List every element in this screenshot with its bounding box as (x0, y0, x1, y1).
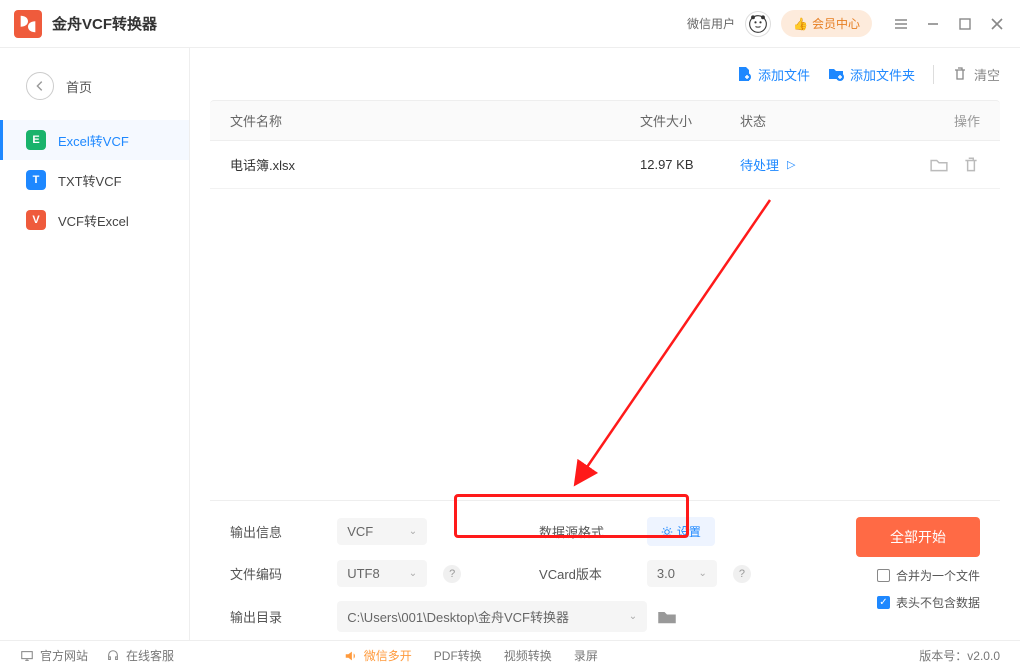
output-format-select[interactable]: VCF⌄ (337, 518, 427, 545)
sidebar-item-vcf-to-excel[interactable]: V VCF转Excel (0, 200, 189, 240)
wechat-link[interactable]: 微信多开 (344, 647, 412, 664)
menu-icon[interactable] (892, 15, 910, 33)
output-dir-label: 输出目录 (230, 607, 300, 626)
chevron-down-icon: ⌄ (699, 568, 707, 579)
chevron-down-icon: ⌄ (409, 568, 417, 579)
avatar[interactable] (745, 11, 771, 37)
open-folder-icon[interactable] (930, 156, 948, 174)
play-icon[interactable]: ▷ (787, 158, 795, 171)
chevron-down-icon: ⌄ (629, 611, 637, 622)
back-icon (26, 72, 54, 100)
user-label: 微信用户 (687, 15, 735, 32)
sidebar-item-label: Excel转VCF (58, 131, 129, 150)
data-source-label: 数据源格式 (539, 522, 609, 541)
col-action: 操作 (900, 111, 980, 130)
clear-button[interactable]: 清空 (933, 65, 1000, 84)
delete-icon[interactable] (962, 156, 980, 174)
merge-checkbox-row[interactable]: 合并为一个文件 (877, 567, 980, 584)
maximize-icon[interactable] (956, 15, 974, 33)
badge-v: V (26, 210, 46, 230)
minimize-icon[interactable] (924, 15, 942, 33)
folder-pick-icon[interactable] (657, 607, 677, 627)
col-status: 状态 (740, 111, 900, 130)
output-dir-field[interactable]: C:\Users\001\Desktop\金舟VCF转换器 ⌄ (337, 601, 647, 632)
home-link[interactable]: 首页 (0, 62, 189, 120)
trash-icon (952, 66, 968, 82)
checkbox-checked-icon: ✓ (877, 596, 890, 609)
headset-icon (106, 649, 120, 663)
table-row: 电话簿.xlsx 12.97 KB 待处理 ▷ (210, 141, 1000, 189)
data-source-settings-button[interactable]: 设置 (647, 517, 715, 546)
chevron-down-icon: ⌄ (409, 526, 417, 537)
pdf-link[interactable]: PDF转换 (434, 647, 482, 664)
sidebar: 首页 E Excel转VCF T TXT转VCF V VCF转Excel (0, 48, 190, 640)
add-folder-button[interactable]: 添加文件夹 (828, 65, 915, 84)
sidebar-item-label: TXT转VCF (58, 171, 122, 190)
cell-size: 12.97 KB (640, 157, 740, 172)
titlebar: 金舟VCF转换器 微信用户 👍 会员中心 (0, 0, 1020, 48)
encoding-label: 文件编码 (230, 564, 300, 583)
badge-e: E (26, 130, 46, 150)
file-add-icon (736, 66, 752, 82)
official-site-link[interactable]: 官方网站 (20, 647, 88, 664)
badge-t: T (26, 170, 46, 190)
thumb-icon: 👍 (793, 17, 808, 31)
checkbox-icon (877, 569, 890, 582)
header-skip-checkbox-row[interactable]: ✓ 表头不包含数据 (877, 594, 980, 611)
settings-panel: 输出信息 VCF⌄ 数据源格式 设置 全部开始 (210, 500, 1000, 640)
footer: 官方网站 在线客服 微信多开 PDF转换 视频转换 录屏 版本号：v2.0.0 (0, 640, 1020, 670)
start-all-button[interactable]: 全部开始 (856, 517, 980, 557)
col-size: 文件大小 (640, 111, 740, 130)
output-info-label: 输出信息 (230, 522, 300, 541)
member-button[interactable]: 👍 会员中心 (781, 10, 872, 37)
sidebar-item-txt-to-vcf[interactable]: T TXT转VCF (0, 160, 189, 200)
add-file-button[interactable]: 添加文件 (736, 65, 810, 84)
version-label: 版本号：v2.0.0 (919, 647, 1000, 664)
close-icon[interactable] (988, 15, 1006, 33)
online-service-link[interactable]: 在线客服 (106, 647, 174, 664)
help-icon[interactable]: ? (443, 565, 461, 583)
encoding-select[interactable]: UTF8⌄ (337, 560, 427, 587)
vcard-select[interactable]: 3.0⌄ (647, 560, 717, 587)
cell-name: 电话簿.xlsx (230, 155, 640, 174)
folder-add-icon (828, 66, 844, 82)
table-header: 文件名称 文件大小 状态 操作 (210, 100, 1000, 141)
record-link[interactable]: 录屏 (574, 647, 598, 664)
app-title: 金舟VCF转换器 (52, 13, 687, 34)
gear-icon (661, 526, 673, 538)
app-logo (14, 10, 42, 38)
monitor-icon (20, 649, 34, 663)
col-name: 文件名称 (230, 111, 640, 130)
sidebar-item-label: VCF转Excel (58, 211, 129, 230)
speaker-icon (344, 649, 358, 663)
content: 添加文件 添加文件夹 清空 文件名称 文件大小 状态 操作 电话簿.xlsx 1… (190, 48, 1020, 640)
help-icon[interactable]: ? (733, 565, 751, 583)
toolbar: 添加文件 添加文件夹 清空 (190, 48, 1020, 100)
video-link[interactable]: 视频转换 (504, 647, 552, 664)
cell-status[interactable]: 待处理 (740, 155, 779, 174)
sidebar-item-excel-to-vcf[interactable]: E Excel转VCF (0, 120, 189, 160)
vcard-label: VCard版本 (539, 564, 609, 583)
